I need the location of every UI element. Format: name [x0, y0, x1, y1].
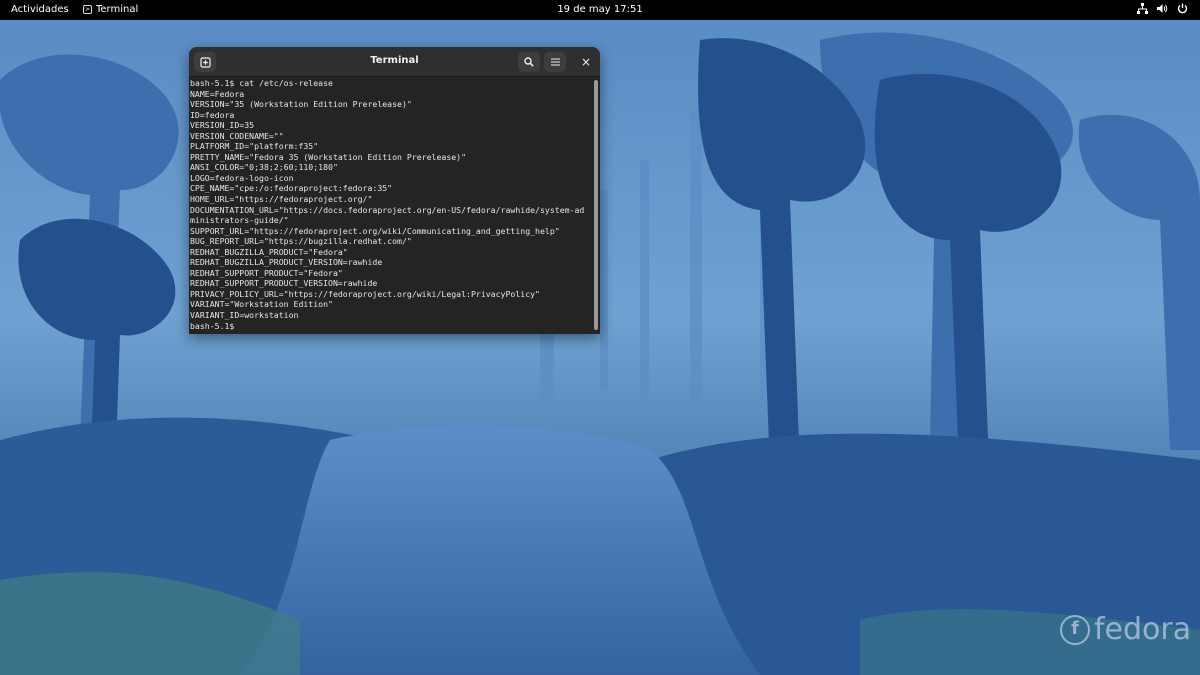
terminal-headerbar[interactable]: Terminal × — [189, 47, 600, 77]
close-icon: × — [580, 55, 592, 69]
new-tab-icon — [199, 56, 211, 68]
terminal-line: CPE_NAME="cpe:/o:fedoraproject:fedora:35… — [190, 183, 393, 194]
app-menu-label: Terminal — [96, 4, 139, 15]
terminal-line: REDHAT_SUPPORT_PRODUCT="Fedora" — [190, 267, 343, 278]
terminal-line: PLATFORM_ID="platform:f35" — [190, 141, 319, 152]
search-button[interactable] — [518, 52, 540, 72]
terminal-line: VERSION_ID=35 — [190, 120, 255, 131]
terminal-scrollbar[interactable] — [593, 77, 600, 334]
terminal-line: ID=fedora — [190, 109, 235, 120]
terminal-line: REDHAT_BUGZILLA_PRODUCT_VERSION=rawhide — [190, 257, 383, 268]
terminal-line: bash-5.1$ cat /etc/os-release — [190, 78, 333, 88]
terminal-output[interactable]: bash-5.1$ cat /etc/os-release NAME=Fedora… — [189, 77, 593, 334]
terminal-line: VERSION="35 (Workstation Edition Prerele… — [190, 99, 412, 110]
menu-button[interactable] — [544, 52, 566, 72]
clock-button[interactable]: 19 de may 17:51 — [557, 4, 642, 15]
terminal-line: DOCUMENTATION_URL="https://docs.fedorapr… — [190, 204, 585, 215]
terminal-line: ministrators-guide/" — [190, 215, 289, 226]
app-menu-button[interactable]: > Terminal — [83, 4, 138, 15]
close-button[interactable]: × — [575, 52, 597, 72]
terminal-line: REDHAT_SUPPORT_PRODUCT_VERSION=rawhide — [190, 278, 378, 289]
desktop-wallpaper — [0, 20, 1200, 675]
terminal-line: HOME_URL="https://fedoraproject.org/" — [190, 194, 373, 205]
terminal-line: PRIVACY_POLICY_URL="https://fedoraprojec… — [190, 288, 540, 299]
fedora-watermark: f fedora — [1060, 612, 1191, 647]
search-icon — [524, 57, 534, 67]
terminal-line: NAME=Fedora — [190, 88, 245, 99]
network-icon — [1137, 3, 1148, 14]
terminal-line: LOGO=fedora-logo-icon — [190, 172, 294, 183]
activities-button[interactable]: Actividades — [11, 4, 69, 15]
terminal-line: REDHAT_BUGZILLA_PRODUCT="Fedora" — [190, 246, 348, 257]
fedora-logo-icon: f — [1060, 614, 1090, 645]
terminal-line: bash-5.1$ — [190, 320, 235, 331]
terminal-icon: > — [83, 5, 92, 14]
terminal-line: VARIANT_ID=workstation — [190, 310, 299, 321]
power-icon — [1177, 3, 1188, 14]
terminal-line: ANSI_COLOR="0;38;2;60;110;180" — [190, 162, 338, 173]
new-tab-button[interactable] — [194, 52, 216, 72]
terminal-line: VARIANT="Workstation Edition" — [190, 299, 333, 310]
terminal-line: PRETTY_NAME="Fedora 35 (Workstation Edit… — [190, 151, 467, 162]
top-bar: Actividades > Terminal 19 de may 17:51 — [0, 0, 1200, 20]
terminal-window[interactable]: Terminal × bash-5.1$ cat /etc/os-release… — [189, 47, 600, 334]
hamburger-menu-icon — [550, 58, 560, 66]
volume-icon — [1157, 4, 1168, 13]
terminal-line: VERSION_CODENAME="" — [190, 130, 284, 141]
fedora-logo-text: fedora — [1094, 612, 1192, 647]
terminal-line: SUPPORT_URL="https://fedoraproject.org/w… — [190, 225, 560, 236]
scrollbar-thumb[interactable] — [594, 80, 598, 330]
terminal-line: BUG_REPORT_URL="https://bugzilla.redhat.… — [190, 236, 412, 247]
system-tray[interactable] — [1137, 3, 1188, 14]
